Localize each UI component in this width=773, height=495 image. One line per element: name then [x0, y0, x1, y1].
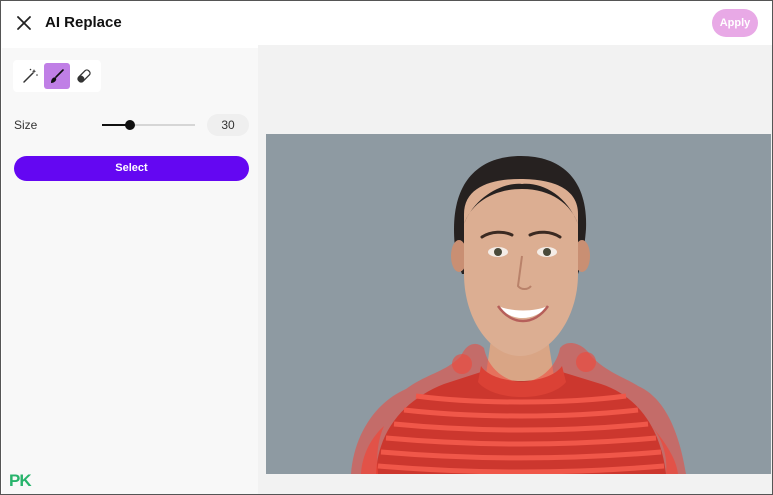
size-value-input[interactable]: 30	[207, 114, 249, 136]
top-bar: AI Replace Apply	[1, 1, 772, 45]
photo-canvas[interactable]	[266, 134, 771, 474]
tool-sidebar: Size 30 Select	[2, 48, 258, 494]
magic-wand-tool[interactable]	[17, 63, 43, 89]
page-title: AI Replace	[45, 14, 122, 31]
size-slider[interactable]	[102, 119, 195, 131]
magic-wand-icon	[23, 68, 38, 83]
slider-thumb[interactable]	[125, 120, 135, 130]
brush-tool[interactable]	[44, 63, 70, 89]
close-icon[interactable]	[13, 12, 35, 34]
eraser-icon	[77, 69, 91, 83]
eraser-tool[interactable]	[71, 63, 97, 89]
tool-selector	[13, 60, 101, 92]
portrait-photo	[266, 134, 771, 474]
canvas-area	[258, 45, 772, 494]
select-button[interactable]: Select	[14, 156, 249, 181]
brush-icon	[51, 69, 64, 83]
size-label: Size	[14, 118, 38, 132]
app-window: AI Replace Apply Size 30 Select PK	[0, 0, 773, 495]
apply-button[interactable]: Apply	[712, 9, 758, 37]
watermark-logo: PK	[9, 471, 32, 490]
